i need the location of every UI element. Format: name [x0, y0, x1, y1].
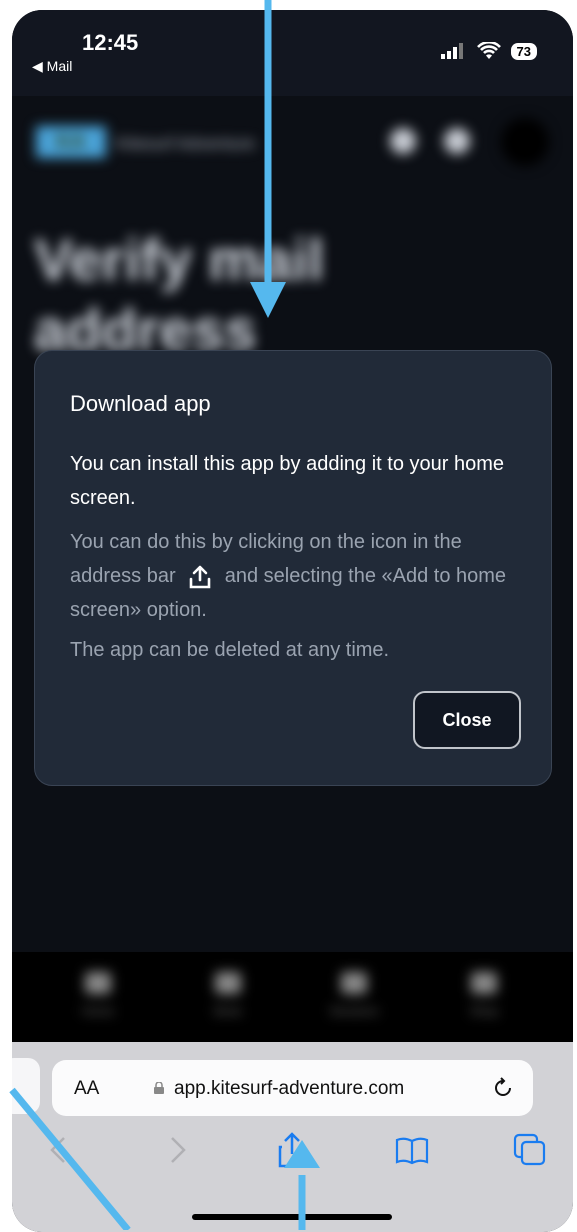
nav-item-sessions[interactable]: Sessions [314, 972, 394, 1018]
sessions-icon [341, 972, 367, 994]
dialog-instructions: You can do this by clicking on the icon … [70, 531, 507, 621]
share-icon [189, 565, 211, 589]
dialog-main-text: You can install this app by adding it to… [70, 453, 504, 509]
reader-settings-button[interactable]: AA [74, 1078, 99, 1100]
home-indicator [192, 1214, 392, 1220]
back-to-mail-link[interactable]: ◀ Mail [32, 58, 72, 75]
book-icon [215, 972, 241, 994]
shop-icon [471, 972, 497, 994]
close-button[interactable]: Close [413, 691, 521, 749]
home-icon [85, 972, 111, 994]
avatar [501, 118, 549, 166]
dialog-note: The app can be deleted at any time. [70, 639, 390, 661]
nav-item-shop[interactable]: Shop [444, 972, 524, 1018]
tabs-icon[interactable] [512, 1132, 548, 1168]
nav-item-book[interactable]: Book [188, 972, 268, 1018]
status-bar: 12:45 ◀ Mail 73 [12, 10, 573, 96]
info-icon [390, 128, 416, 154]
previous-tab-preview[interactable] [12, 1058, 40, 1114]
page-title: Verify mail address [34, 228, 325, 363]
share-icon[interactable] [274, 1132, 310, 1168]
bottom-nav: Home Book Sessions Shop [12, 952, 573, 1042]
download-app-dialog: Download app You can install this app by… [34, 350, 552, 786]
phone-screen: 12:45 ◀ Mail 73 KA Kitesurf Adventure Ve… [12, 10, 573, 1232]
url-text[interactable]: app.kitesurf-adventure.com [174, 1078, 404, 1100]
signal-icon [440, 43, 463, 59]
address-bar[interactable]: AA app.kitesurf-adventure.com [52, 1060, 533, 1116]
brand-name: Kitesurf Adventure [116, 134, 255, 153]
reload-icon[interactable] [491, 1076, 515, 1100]
nav-item-home[interactable]: Home [58, 972, 138, 1018]
status-icons: 73 [440, 42, 537, 60]
bookmarks-icon[interactable] [394, 1132, 430, 1168]
back-arrow-icon[interactable] [42, 1132, 78, 1168]
logo: KA [36, 126, 106, 158]
dialog-title: Download app [70, 391, 211, 416]
globe-icon [444, 128, 470, 154]
forward-arrow-icon[interactable] [158, 1132, 194, 1168]
wifi-icon [476, 42, 501, 59]
status-time: 12:45 [82, 30, 139, 55]
lock-icon [154, 1082, 164, 1094]
battery-level: 73 [510, 42, 537, 60]
safari-bottom-bar: AA app.kitesurf-adventure.com [12, 1042, 573, 1232]
